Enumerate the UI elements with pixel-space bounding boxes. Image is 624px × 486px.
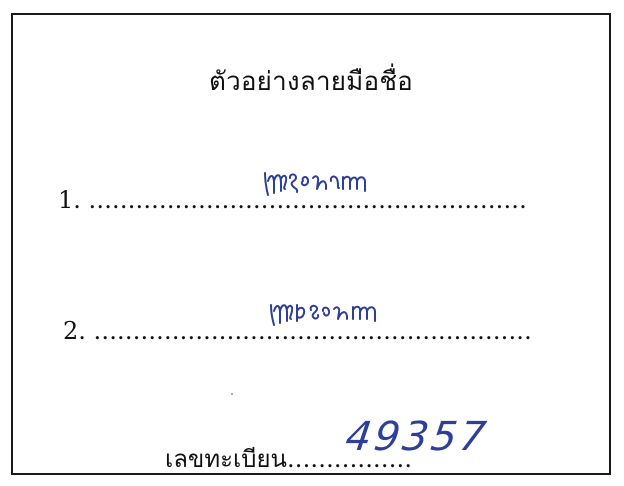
form-title: ตัวอย่างลายมือชื่อ: [208, 67, 413, 97]
signature-line-number: 2.: [63, 317, 86, 345]
signature-line-2: 2. .....................................…: [63, 317, 532, 345]
signature-line-dots: ........................................…: [93, 317, 532, 345]
registration-number: 49357: [342, 414, 492, 460]
signature-line-number: 1.: [58, 186, 81, 214]
signature-line-dots: ........................................…: [88, 186, 527, 214]
signature-sample-card: ตัวอย่างลายมือชื่อ 1. ..................…: [11, 13, 611, 475]
registration-label: เลขทะเบียน: [165, 445, 287, 473]
scan-speck: [231, 393, 233, 395]
signature-line-1: 1. .....................................…: [58, 186, 527, 214]
